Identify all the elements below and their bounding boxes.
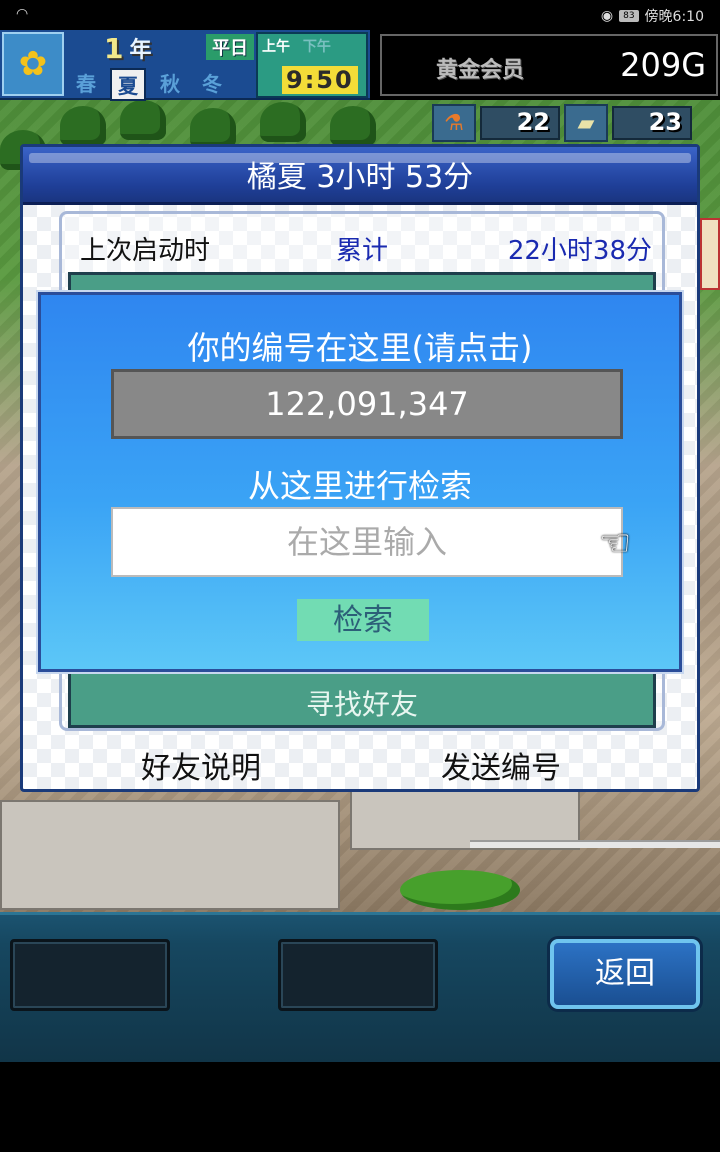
tree bbox=[190, 108, 236, 148]
season-winter: 冬 bbox=[202, 72, 222, 96]
resource-count: 23 bbox=[612, 106, 692, 140]
bush bbox=[400, 870, 520, 910]
status-time: 傍晚6:10 bbox=[644, 9, 704, 25]
bottom-slot-empty bbox=[278, 939, 438, 1011]
search-subtitle: 从这里进行检索 bbox=[247, 467, 472, 505]
battery-indicator: 83 bbox=[619, 10, 639, 22]
ampm-indicator: 上午 下午 bbox=[262, 36, 331, 56]
resource-row: ⚗ 22 ▰ 23 bbox=[432, 104, 692, 144]
flask-icon: ⚗ bbox=[432, 104, 476, 142]
season-row: 春 夏 秋 冬 bbox=[68, 68, 230, 101]
status-bar: ◠ ◉ 83 傍晚6:10 bbox=[0, 0, 720, 30]
game-screen: ◠ ◉ 83 傍晚6:10 ✿ 1 年 平日 春 夏 秋 冬 上午 下午 9:5… bbox=[0, 0, 720, 1152]
season-summer: 夏 bbox=[110, 68, 146, 101]
fence bbox=[470, 840, 720, 848]
playtime-row: 上次启动时 累计 22小时38分 bbox=[80, 230, 652, 266]
search-button[interactable]: 检索 bbox=[297, 599, 429, 641]
status-bar-right: ◉ 83 傍晚6:10 bbox=[601, 6, 704, 26]
clock-time: 9:50 bbox=[282, 66, 358, 94]
building-roof bbox=[0, 800, 340, 910]
bottom-slot-empty bbox=[10, 939, 170, 1011]
season-autumn: 秋 bbox=[160, 72, 180, 96]
bottom-bar: 返回 bbox=[0, 912, 720, 1062]
am-label: 上午 bbox=[262, 39, 290, 55]
tree bbox=[330, 106, 376, 146]
season-spring: 春 bbox=[76, 72, 96, 96]
your-id-title: 你的编号在这里(请点击) bbox=[187, 329, 533, 367]
find-friends-button[interactable]: 寻找好友 bbox=[71, 683, 653, 723]
money-panel: 黄金会员 209G bbox=[380, 34, 718, 96]
tree bbox=[260, 102, 306, 142]
membership-label: 黄金会员 bbox=[436, 58, 525, 83]
gold-amount: 209G bbox=[620, 46, 706, 84]
year-number: 1 bbox=[104, 31, 124, 65]
eye-icon: ◉ bbox=[600, 8, 614, 24]
friend-id-input[interactable]: 在这里输入 bbox=[111, 507, 623, 577]
friend-help-button[interactable]: 好友说明 bbox=[141, 743, 261, 787]
year-unit: 年 bbox=[129, 38, 152, 63]
tree bbox=[60, 106, 106, 146]
friend-panel-footer: 好友说明 发送编号 bbox=[23, 743, 697, 786]
total-playtime: 22小时38分 bbox=[507, 236, 652, 266]
send-id-button[interactable]: 发送编号 bbox=[441, 743, 561, 787]
last-launch-label: 上次启动时 bbox=[80, 236, 211, 266]
sunflower-icon[interactable]: ✿ bbox=[2, 32, 64, 96]
friend-panel-title: 橘夏 3小时 53分 bbox=[23, 147, 697, 205]
friend-search-dialog: 你的编号在这里(请点击) 122,091,347 从这里进行检索 在这里输入 ☜… bbox=[36, 290, 684, 674]
tree bbox=[120, 100, 166, 140]
wifi-icon: ◠ bbox=[16, 6, 29, 22]
screen-letterbox bbox=[0, 1062, 720, 1152]
user-id-display[interactable]: 122,091,347 bbox=[111, 369, 623, 439]
total-label: 累计 bbox=[336, 236, 389, 266]
ticket-icon: ▰ bbox=[564, 104, 608, 142]
resource-count: 22 bbox=[480, 106, 560, 140]
pointing-hand-icon: ☜ bbox=[599, 523, 632, 564]
side-tab[interactable] bbox=[700, 218, 720, 290]
clock-panel: 上午 下午 9:50 bbox=[256, 32, 368, 98]
day-type: 平日 bbox=[206, 34, 254, 60]
year-display: 1 年 bbox=[104, 31, 152, 65]
pm-label: 下午 bbox=[302, 39, 331, 55]
back-button[interactable]: 返回 bbox=[550, 939, 700, 1009]
